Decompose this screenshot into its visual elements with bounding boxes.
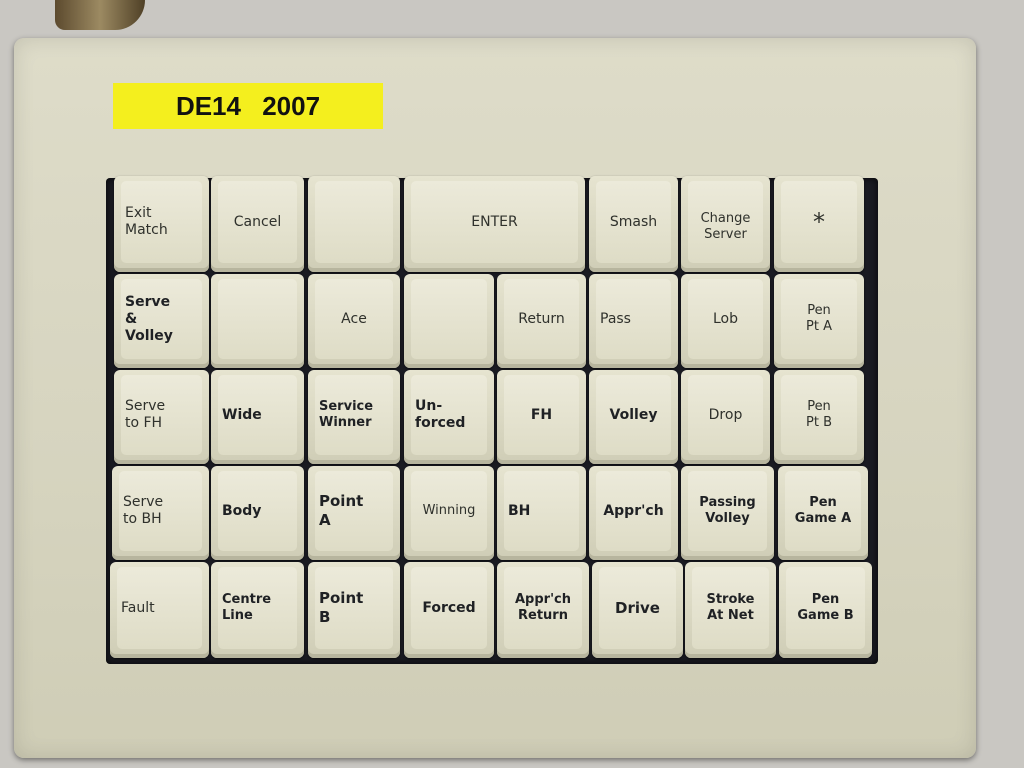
key-label: Pass [596, 279, 671, 359]
key-approach[interactable]: Appr'ch [589, 466, 678, 560]
key-unforced[interactable]: Un- forced [404, 370, 494, 464]
key-label [315, 181, 393, 263]
key-drop[interactable]: Drop [681, 370, 770, 464]
key-centre-line[interactable]: Centre Line [211, 562, 304, 658]
key-label: Winning [411, 471, 487, 551]
key-blank-2[interactable] [211, 274, 304, 368]
key-bh[interactable]: BH [497, 466, 586, 560]
key-label: FH [504, 375, 579, 455]
key-label: Point B [315, 567, 393, 649]
key-label: Point A [315, 471, 393, 551]
key-forced[interactable]: Forced [404, 562, 494, 658]
key-change-server[interactable]: * Change Server [681, 176, 770, 272]
key-label: Pen Pt B [781, 375, 857, 455]
key-enter[interactable]: ENTER [404, 176, 585, 272]
key-label: ENTER [411, 181, 578, 263]
asset-label: DE14 2007 [113, 83, 383, 129]
key-label: Change Server [688, 181, 763, 263]
key-star[interactable]: * [774, 176, 864, 272]
key-label: Fault [117, 567, 202, 649]
key-label: Return [504, 279, 579, 359]
key-return[interactable]: Return [497, 274, 586, 368]
key-label: Stroke At Net [692, 567, 769, 649]
key-pen-game-a[interactable]: Pen Game A [778, 466, 868, 560]
key-label: Lob [688, 279, 763, 359]
key-label: Cancel [218, 181, 297, 263]
key-volley[interactable]: Volley [589, 370, 678, 464]
key-pen-game-b[interactable]: Pen Game B [779, 562, 872, 658]
key-label: Wide [218, 375, 297, 455]
key-label: Passing Volley [688, 471, 767, 551]
key-label: Smash [596, 181, 671, 263]
key-label: Appr'ch [596, 471, 671, 551]
key-blank-3[interactable] [404, 274, 494, 368]
key-label: Exit Match [121, 181, 202, 263]
key-passing-volley[interactable]: Passing Volley [681, 466, 774, 560]
key-fault[interactable]: Fault [110, 562, 209, 658]
key-smash[interactable]: Smash [589, 176, 678, 272]
key-label: Centre Line [218, 567, 297, 649]
key-label: Appr'ch Return [504, 567, 582, 649]
key-stroke-at-net[interactable]: Stroke At Net [685, 562, 776, 658]
key-wide[interactable]: Wide [211, 370, 304, 464]
key-pass[interactable]: Pass [589, 274, 678, 368]
key-label: Ace [315, 279, 393, 359]
key-label [218, 279, 297, 359]
key-drive[interactable]: Drive [592, 562, 683, 658]
key-pen-pt-a[interactable]: Pen Pt A [774, 274, 864, 368]
key-label: Drive [599, 567, 676, 649]
key-point-b[interactable]: Point B [308, 562, 400, 658]
key-label: Service Winner [315, 375, 393, 455]
key-label: Pen Pt A [781, 279, 857, 359]
key-serve-to-fh[interactable]: Serve to FH [114, 370, 209, 464]
key-ace[interactable]: Ace [308, 274, 400, 368]
key-label: Body [218, 471, 297, 551]
key-label: Pen Game A [785, 471, 861, 551]
key-label: Serve & Volley [121, 279, 202, 359]
key-label: Serve to FH [121, 375, 202, 455]
key-label: Serve to BH [119, 471, 202, 551]
key-pen-pt-b[interactable]: Pen Pt B [774, 370, 864, 464]
key-lob[interactable]: Lob [681, 274, 770, 368]
key-winning[interactable]: Winning [404, 466, 494, 560]
key-point-a[interactable]: Point A [308, 466, 400, 560]
key-blank-1[interactable] [308, 176, 400, 272]
key-label: Drop [688, 375, 763, 455]
key-label: BH [504, 471, 579, 551]
star-icon: * [781, 181, 857, 263]
keyboard-cable [55, 0, 145, 30]
key-label: Volley [596, 375, 671, 455]
key-label: Forced [411, 567, 487, 649]
key-approach-return[interactable]: Appr'ch Return [497, 562, 589, 658]
key-serve-volley[interactable]: Serve & Volley [114, 274, 209, 368]
key-body[interactable]: Body [211, 466, 304, 560]
key-cancel[interactable]: Cancel [211, 176, 304, 272]
key-label: Un- forced [411, 375, 487, 455]
key-serve-to-bh[interactable]: Serve to BH [112, 466, 209, 560]
key-label: Pen Game B [786, 567, 865, 649]
key-fh[interactable]: FH [497, 370, 586, 464]
key-service-winner[interactable]: Service Winner [308, 370, 400, 464]
key-label [411, 279, 487, 359]
key-exit-match[interactable]: * Exit Match [114, 176, 209, 272]
